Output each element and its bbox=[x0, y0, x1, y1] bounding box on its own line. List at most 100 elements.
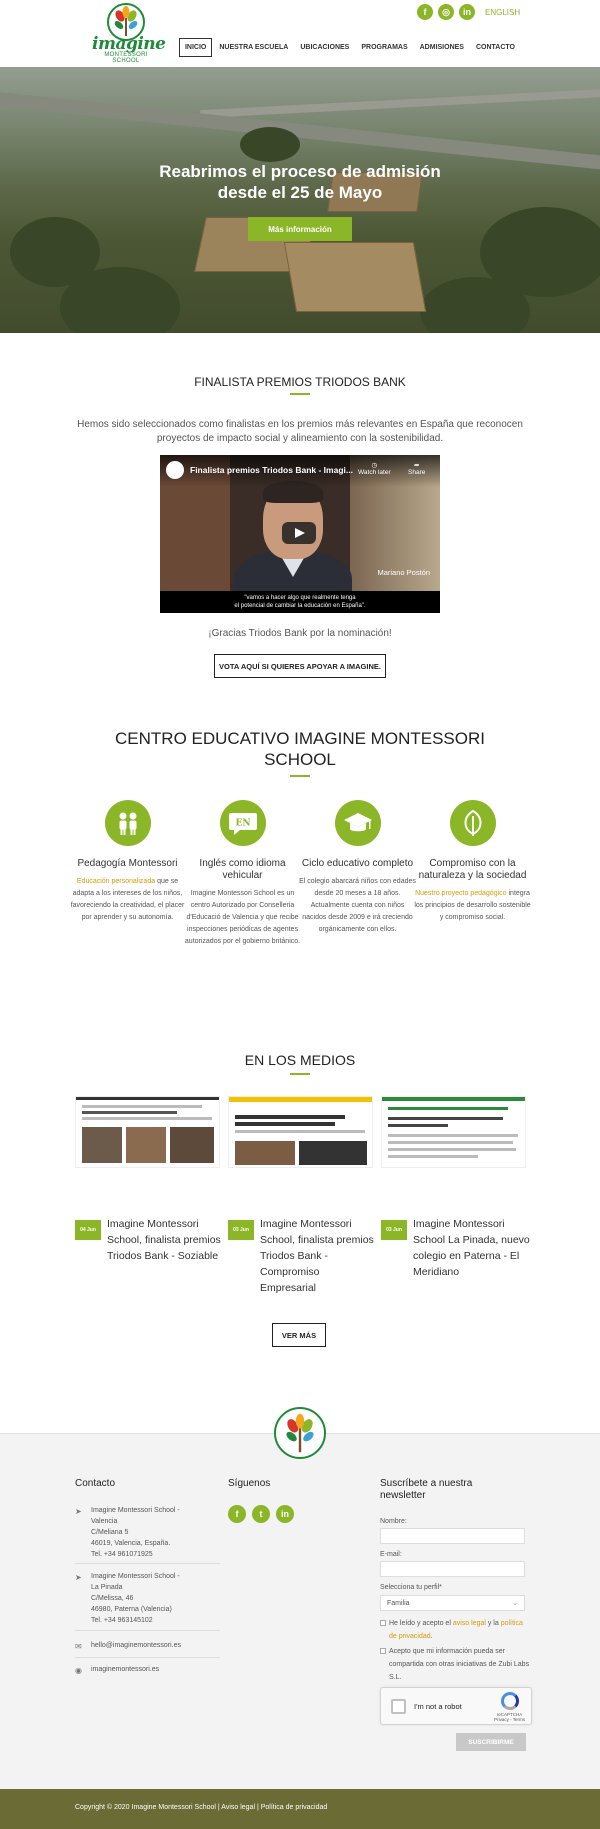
channel-logo-icon[interactable] bbox=[166, 461, 184, 479]
en-speech-bubble-icon: EN bbox=[219, 800, 266, 846]
address-line: 46980, Paterna (Valencia) bbox=[91, 1606, 172, 1613]
media-card[interactable]: 03 Jun Imagine Montessori School La Pina… bbox=[381, 1096, 530, 1278]
recaptcha-checkbox[interactable] bbox=[391, 1699, 406, 1714]
envelope-icon: ✉ bbox=[75, 1642, 82, 1651]
play-icon[interactable] bbox=[282, 522, 316, 544]
svg-text:EN: EN bbox=[235, 819, 250, 829]
facebook-icon[interactable]: f bbox=[417, 4, 433, 20]
children-icon bbox=[104, 800, 151, 846]
thumb-line bbox=[388, 1148, 516, 1151]
media-card[interactable]: 03 Jun Imagine Montessori School, finali… bbox=[228, 1096, 374, 1294]
clock-icon: ◷ bbox=[371, 462, 378, 469]
recaptcha-icon bbox=[501, 1692, 519, 1710]
name-field[interactable] bbox=[380, 1528, 525, 1544]
share-consent-checkbox[interactable]: Acepto que mi información pueda ser comp… bbox=[380, 1645, 530, 1684]
thumb-line bbox=[388, 1107, 508, 1110]
address-line: Valencia bbox=[91, 1518, 118, 1525]
footer-separator bbox=[75, 1563, 220, 1564]
nav-contacto[interactable]: CONTACTO bbox=[471, 39, 520, 56]
thumb-photo bbox=[235, 1141, 295, 1165]
watch-later-button[interactable]: ◷ Watch later bbox=[358, 461, 391, 476]
feature-title: Pedagogía Montessori bbox=[77, 858, 178, 869]
instagram-icon[interactable]: ◎ bbox=[438, 4, 454, 20]
address-line: C/Melissa, 46 bbox=[91, 1595, 134, 1602]
twitter-icon[interactable]: t bbox=[252, 1505, 270, 1523]
globe-icon: ◉ bbox=[75, 1666, 82, 1675]
name-label: Nombre: bbox=[380, 1518, 407, 1525]
contacto-heading: Contacto bbox=[75, 1478, 116, 1489]
linkedin-icon[interactable]: in bbox=[276, 1505, 294, 1523]
language-switch[interactable]: ENGLISH bbox=[485, 8, 520, 17]
feature-naturaleza: Compromiso con la naturaleza y la socied… bbox=[410, 800, 535, 924]
feature-description: El colegio abarcará niños con edades des… bbox=[299, 878, 416, 933]
heading-divider bbox=[290, 393, 310, 395]
media-card-title[interactable]: Imagine Montessori School, finalista pre… bbox=[260, 1216, 378, 1296]
feature-description: Imagine Montessori School es un centro A… bbox=[184, 890, 301, 945]
web-link[interactable]: ◉ imaginemontessori.es bbox=[75, 1666, 159, 1675]
thumb-bar bbox=[229, 1097, 372, 1102]
logo-subtitle: MONTESSORI SCHOOL bbox=[104, 52, 148, 64]
media-thumbnail[interactable] bbox=[75, 1096, 220, 1168]
checkbox-box[interactable] bbox=[380, 1648, 386, 1654]
newsletter-heading-line: newsletter bbox=[380, 1490, 426, 1501]
vote-button[interactable]: VOTA AQUÍ SI QUIERES APOYAR A IMAGINE. bbox=[214, 654, 386, 678]
site-logo[interactable]: imagine MONTESSORI SCHOOL bbox=[90, 2, 166, 64]
email-link[interactable]: ✉ hello@imaginemontessori.es bbox=[75, 1642, 181, 1651]
tree-logo-icon bbox=[286, 1413, 314, 1453]
date-badge: 03 Jun bbox=[228, 1220, 254, 1240]
thumb-line bbox=[388, 1134, 518, 1137]
thumb-bar bbox=[382, 1097, 525, 1101]
facebook-icon[interactable]: f bbox=[228, 1505, 246, 1523]
media-card-title[interactable]: Imagine Montessori School La Pinada, nue… bbox=[413, 1216, 531, 1280]
footer-logo[interactable] bbox=[274, 1407, 326, 1459]
subscribe-button[interactable]: SUSCRIBIRME bbox=[456, 1733, 526, 1751]
hero-title-line: desde el 25 de Mayo bbox=[217, 183, 383, 202]
feature-montessori: Pedagogía Montessori Educación personali… bbox=[65, 800, 190, 924]
video-player[interactable]: Finalista premios Triodos Bank - Imagi..… bbox=[160, 455, 440, 613]
media-thumbnail[interactable] bbox=[381, 1096, 526, 1168]
legal-link[interactable]: aviso legal bbox=[453, 1620, 486, 1627]
recaptcha-widget: I'm not a robot reCAPTCHA Privacy - Term… bbox=[380, 1687, 532, 1725]
thumb-line bbox=[82, 1111, 177, 1114]
feature-highlight[interactable]: Nuestro proyecto pedagógico bbox=[415, 890, 506, 897]
hero-title: Reabrimos el proceso de admisión desde e… bbox=[0, 161, 600, 203]
nav-inicio[interactable]: INICIO bbox=[178, 38, 213, 57]
site-header: imagine MONTESSORI SCHOOL f ◎ in ENGLISH… bbox=[0, 0, 600, 67]
nav-nuestra-escuela[interactable]: NUESTRA ESCUELA bbox=[214, 39, 293, 56]
thumb-bar bbox=[76, 1097, 219, 1100]
header-social-links: f ◎ in bbox=[417, 4, 475, 20]
media-card[interactable]: 04 Jun Imagine Montessori School, finali… bbox=[75, 1096, 221, 1262]
nav-admisiones[interactable]: ADMISIONES bbox=[415, 39, 469, 56]
thumb-photo bbox=[126, 1127, 166, 1163]
thumb-photo bbox=[170, 1127, 214, 1163]
nav-ubicaciones[interactable]: UBICACIONES bbox=[295, 39, 354, 56]
linkedin-icon[interactable]: in bbox=[459, 4, 475, 20]
heading-divider bbox=[290, 1073, 310, 1075]
video-title[interactable]: Finalista premios Triodos Bank - Imagi..… bbox=[190, 465, 353, 475]
footer-separator bbox=[75, 1657, 220, 1658]
thumb-line bbox=[82, 1105, 202, 1108]
triodos-lead: Hemos sido seleccionados como finalistas… bbox=[77, 419, 523, 444]
share-button[interactable]: ➦ Share bbox=[408, 461, 425, 476]
thumb-line bbox=[388, 1155, 478, 1158]
address-line: Tel. +34 961071925 bbox=[91, 1551, 153, 1558]
media-card-title[interactable]: Imagine Montessori School, finalista pre… bbox=[107, 1216, 225, 1264]
profile-select[interactable]: Familia ⌄ bbox=[380, 1595, 525, 1611]
checkbox-box[interactable] bbox=[380, 1620, 386, 1626]
see-more-button[interactable]: VER MÁS bbox=[272, 1323, 326, 1347]
email-field[interactable] bbox=[380, 1561, 525, 1577]
feature-ingles: EN Inglés como idioma vehicular Imagine … bbox=[180, 800, 305, 948]
feature-highlight[interactable]: Educación personalizada bbox=[77, 878, 155, 885]
copyright-bar: Copyright © 2020 Imagine Montessori Scho… bbox=[0, 1789, 600, 1829]
recaptcha-links[interactable]: Privacy - Terms bbox=[494, 1717, 525, 1722]
leaf-icon bbox=[449, 800, 496, 846]
web-text[interactable]: imaginemontessori.es bbox=[91, 1666, 159, 1673]
feature-ciclo: Ciclo educativo completo El colegio abar… bbox=[295, 800, 420, 936]
email-text[interactable]: hello@imaginemontessori.es bbox=[91, 1642, 181, 1649]
media-thumbnail[interactable] bbox=[228, 1096, 373, 1168]
nav-programas[interactable]: PROGRAMAS bbox=[356, 39, 412, 56]
privacy-checkbox[interactable]: He leído y acepto el aviso legal y la po… bbox=[380, 1617, 530, 1643]
more-info-button[interactable]: Más información bbox=[248, 217, 352, 241]
subtitle-line: el potencial de cambiar la educación en … bbox=[234, 603, 366, 609]
main-nav: INICIO NUESTRA ESCUELA UBICACIONES PROGR… bbox=[178, 38, 520, 57]
